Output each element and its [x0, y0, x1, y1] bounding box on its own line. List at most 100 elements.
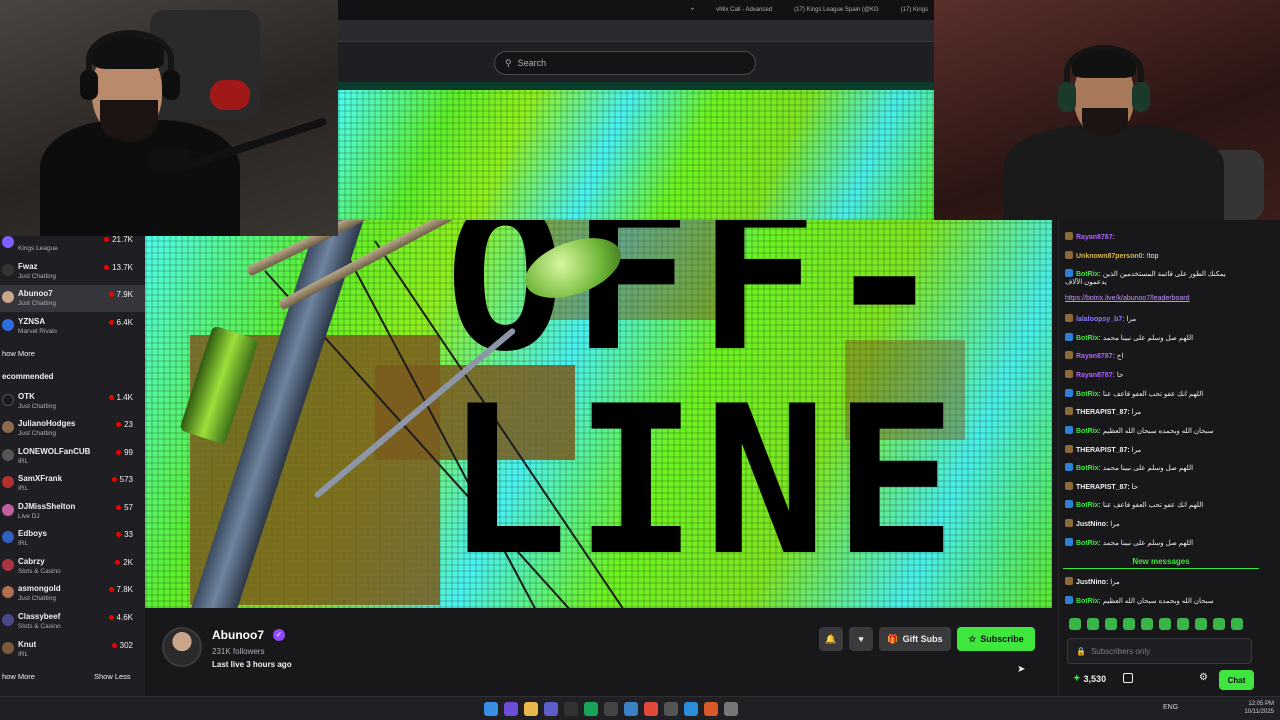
emote-icon[interactable] — [1141, 618, 1153, 630]
bell-icon: 🔔 — [825, 633, 837, 644]
emote-icon[interactable] — [1087, 618, 1099, 630]
show-more-link[interactable]: how More — [2, 349, 35, 358]
chat-username[interactable]: Rayan8787: — [1076, 353, 1117, 360]
sidebar-channel[interactable]: Classybeef Slots & Casino 4.6K — [0, 608, 145, 635]
browser-tab[interactable]: (17) Kings — [901, 7, 928, 13]
emote-icon[interactable] — [1105, 618, 1117, 630]
user-badge-icon — [1065, 596, 1073, 604]
share-icon[interactable]: ➤ — [1017, 664, 1025, 675]
viewer-count: 4.6K — [108, 613, 133, 622]
chat-send-button[interactable]: Chat — [1219, 670, 1254, 690]
chat-username[interactable]: JustNino: — [1076, 521, 1110, 528]
sidebar-channel[interactable]: SamXFrank IRL 573 — [0, 470, 145, 497]
viewer-count: 23 — [116, 420, 133, 429]
browser-window: + vMix Call - Advanced (17) Kings League… — [338, 0, 934, 90]
chat-username[interactable]: THERAPIST_87: — [1076, 409, 1132, 416]
browser-tab[interactable]: vMix Call - Advanced — [716, 7, 772, 13]
edge-icon[interactable] — [684, 702, 698, 716]
viewer-count-value: 302 — [119, 641, 133, 650]
sidebar-channel[interactable]: LONEWOLFanCUB IRL 99 — [0, 443, 145, 470]
channel-category: Just Chatting — [18, 273, 56, 280]
chrome-icon[interactable] — [644, 702, 658, 716]
settings-icon[interactable] — [724, 702, 738, 716]
headset — [86, 30, 174, 90]
chat-username[interactable]: BotRix: — [1076, 271, 1103, 278]
channel-name[interactable]: Abunoo7 — [212, 628, 264, 642]
live-dot-icon — [104, 237, 110, 242]
leaderboard-link[interactable]: https://botrix.live/k/abunoo7/leaderboar… — [1065, 295, 1190, 302]
chat-message: THERAPIST_87: حا — [1065, 482, 1265, 492]
chat-username[interactable]: Rayan8787: — [1076, 372, 1117, 379]
chat-username[interactable]: lalaloopsy_b7: — [1076, 316, 1127, 323]
sidebar-channel[interactable]: Edboys IRL 33 — [0, 525, 145, 552]
windows-start-icon[interactable] — [484, 702, 498, 716]
sidebar-channel[interactable]: Cabrzy Slots & Casino 2K — [0, 553, 145, 580]
sidebar-channel[interactable]: DJMissShelton Live DJ 57 — [0, 498, 145, 525]
user-badge-icon — [1065, 389, 1073, 397]
stream-screen: + vMix Call - Advanced (17) Kings League… — [0, 0, 1280, 720]
chat-username[interactable]: Rayan8787: — [1076, 234, 1115, 241]
channel-avatar[interactable] — [162, 627, 202, 667]
chat-username[interactable]: BotRix: — [1076, 391, 1103, 398]
chat-username[interactable]: BotRix: — [1076, 540, 1103, 547]
app-icon[interactable] — [664, 702, 678, 716]
chat-username[interactable]: BotRix: — [1076, 465, 1103, 472]
file-explorer-icon[interactable] — [524, 702, 538, 716]
calendar-icon[interactable] — [1123, 673, 1133, 683]
user-badge-icon — [1065, 269, 1073, 277]
viewer-count: 13.7K — [104, 263, 133, 272]
chat-username[interactable]: THERAPIST_87: — [1076, 447, 1132, 454]
app-icon[interactable] — [604, 702, 618, 716]
sidebar-channel[interactable]: Fwaz Just Chatting 13.7K — [0, 258, 145, 285]
chat-username[interactable]: BotRix: — [1076, 335, 1103, 342]
follow-heart-button[interactable]: ♥ — [849, 627, 873, 651]
copilot-icon[interactable] — [504, 702, 518, 716]
gift-subs-button[interactable]: 🎁 Gift Subs — [879, 627, 951, 651]
show-less-link[interactable]: Show Less — [94, 672, 131, 681]
emote-icon[interactable] — [1177, 618, 1189, 630]
sidebar-channel[interactable]: OTK Just Chatting 1.4K — [0, 388, 145, 415]
new-tab-button[interactable]: + — [691, 7, 695, 13]
sidebar-channel-active[interactable]: Abunoo7 Just Chatting 7.9K — [0, 285, 145, 312]
sidebar-channel[interactable]: asmongold Just Chatting 7.8K — [0, 580, 145, 607]
show-more-link[interactable]: how More — [2, 672, 35, 681]
app-icon[interactable] — [704, 702, 718, 716]
chat-username[interactable]: Unknown87person0: — [1076, 253, 1147, 260]
language-indicator[interactable]: ENG — [1163, 704, 1178, 711]
channel-avatar — [2, 449, 14, 461]
subscribe-button[interactable]: ☆ Subscribe — [957, 627, 1035, 651]
address-bar[interactable] — [338, 20, 934, 42]
app-icon[interactable] — [584, 702, 598, 716]
system-clock[interactable]: 12:05 PM 10/11/2025 — [1244, 700, 1274, 716]
emote-icon[interactable] — [1159, 618, 1171, 630]
teams-icon[interactable] — [544, 702, 558, 716]
browser-tab[interactable]: (17) Kings League Spain (@KG — [794, 7, 878, 13]
sidebar-channel[interactable]: Kings League 21.7K — [0, 230, 145, 257]
chat-input[interactable]: 🔒 Subscribers only — [1067, 638, 1252, 664]
channel-points[interactable]: ✦ 3,530 — [1073, 673, 1106, 684]
chat-username[interactable]: BotRix: — [1076, 428, 1103, 435]
new-messages-divider[interactable]: New messages — [1063, 557, 1259, 569]
gear-icon[interactable]: ⚙ — [1199, 672, 1208, 683]
notification-bell-button[interactable]: 🔔 — [819, 627, 843, 651]
chat-text: يدعمون الآلاف — [1065, 279, 1107, 286]
search-input[interactable]: ⚲ Search — [494, 51, 756, 75]
emote-icon[interactable] — [1231, 618, 1243, 630]
chat-username[interactable]: BotRix: — [1076, 502, 1103, 509]
user-badge-icon — [1065, 482, 1073, 490]
emote-icon[interactable] — [1195, 618, 1207, 630]
live-dot-icon — [108, 320, 114, 325]
app-icon[interactable] — [624, 702, 638, 716]
chat-username[interactable]: THERAPIST_87: — [1076, 484, 1132, 491]
emote-icon[interactable] — [1069, 618, 1081, 630]
sidebar-channel[interactable]: Knut IRL 302 — [0, 636, 145, 663]
app-icon[interactable] — [564, 702, 578, 716]
sidebar-channel[interactable]: JulianoHodges Just Chatting 23 — [0, 415, 145, 442]
emote-icon[interactable] — [1123, 618, 1135, 630]
chat-message: BotRix: اللهم انك عفو تحب العفو فاعف عنا — [1065, 500, 1265, 510]
chat-username[interactable]: BotRix: — [1076, 598, 1103, 605]
viewer-count-value: 4.6K — [116, 613, 133, 622]
emote-icon[interactable] — [1213, 618, 1225, 630]
sidebar-channel[interactable]: YZNSA Marvel Rivals 6.4K — [0, 313, 145, 340]
chat-username[interactable]: JustNino: — [1076, 579, 1110, 586]
